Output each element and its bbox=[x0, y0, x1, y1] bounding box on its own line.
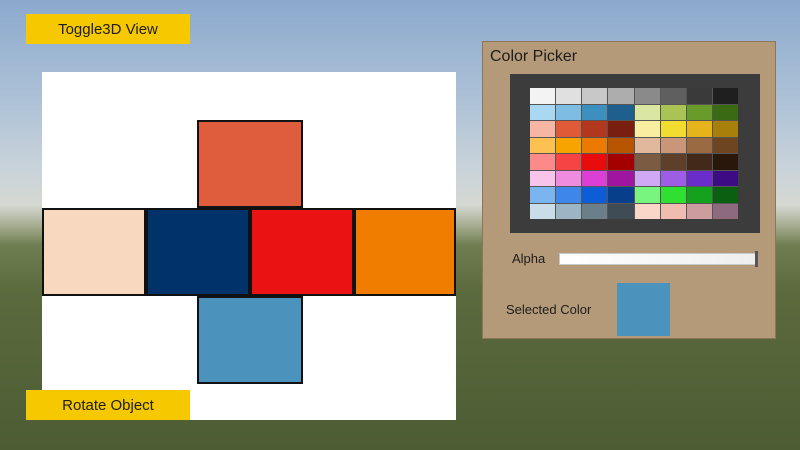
color-swatch[interactable] bbox=[712, 88, 738, 104]
color-swatch[interactable] bbox=[712, 154, 738, 170]
color-swatch[interactable] bbox=[712, 121, 738, 137]
color-swatch[interactable] bbox=[712, 137, 738, 153]
color-swatch[interactable] bbox=[712, 203, 738, 219]
color-swatch[interactable] bbox=[608, 88, 634, 104]
cube-face-right[interactable] bbox=[250, 208, 354, 296]
color-swatch[interactable] bbox=[582, 121, 608, 137]
color-swatch[interactable] bbox=[660, 170, 686, 186]
color-swatch[interactable] bbox=[582, 187, 608, 203]
color-swatch[interactable] bbox=[608, 154, 634, 170]
toggle-3d-view-button[interactable]: Toggle3D View bbox=[26, 14, 190, 44]
color-swatch[interactable] bbox=[712, 187, 738, 203]
color-swatch[interactable] bbox=[686, 170, 712, 186]
color-swatch[interactable] bbox=[556, 121, 582, 137]
color-swatch[interactable] bbox=[608, 187, 634, 203]
color-swatch[interactable] bbox=[582, 203, 608, 219]
color-swatch[interactable] bbox=[686, 104, 712, 120]
color-swatch[interactable] bbox=[556, 137, 582, 153]
alpha-slider-handle[interactable] bbox=[755, 251, 758, 267]
color-swatch[interactable] bbox=[556, 187, 582, 203]
swatch-grid bbox=[530, 88, 738, 219]
color-swatch[interactable] bbox=[634, 187, 660, 203]
color-swatch[interactable] bbox=[686, 121, 712, 137]
color-swatch[interactable] bbox=[608, 170, 634, 186]
color-swatch[interactable] bbox=[582, 137, 608, 153]
color-swatch[interactable] bbox=[634, 88, 660, 104]
color-swatch[interactable] bbox=[530, 154, 556, 170]
color-swatch[interactable] bbox=[660, 154, 686, 170]
color-swatch[interactable] bbox=[660, 203, 686, 219]
color-swatch[interactable] bbox=[608, 137, 634, 153]
color-swatch[interactable] bbox=[634, 154, 660, 170]
color-swatch[interactable] bbox=[660, 137, 686, 153]
color-swatch[interactable] bbox=[634, 203, 660, 219]
color-swatch[interactable] bbox=[686, 88, 712, 104]
color-swatch[interactable] bbox=[530, 187, 556, 203]
color-swatch[interactable] bbox=[608, 121, 634, 137]
color-picker-panel: Color Picker Alpha Selected Color bbox=[482, 41, 776, 339]
color-swatch[interactable] bbox=[556, 203, 582, 219]
color-swatch[interactable] bbox=[660, 121, 686, 137]
color-swatch[interactable] bbox=[686, 187, 712, 203]
color-swatch[interactable] bbox=[530, 104, 556, 120]
cube-face-left[interactable] bbox=[42, 208, 146, 296]
color-swatch[interactable] bbox=[608, 104, 634, 120]
cube-face-bottom[interactable] bbox=[197, 296, 303, 384]
color-swatch[interactable] bbox=[530, 170, 556, 186]
cube-face-top[interactable] bbox=[197, 120, 303, 208]
color-swatch[interactable] bbox=[582, 154, 608, 170]
cube-face-back[interactable] bbox=[354, 208, 456, 296]
color-swatch[interactable] bbox=[556, 154, 582, 170]
cube-net-canvas bbox=[42, 72, 456, 420]
color-swatch[interactable] bbox=[634, 170, 660, 186]
color-swatch[interactable] bbox=[686, 137, 712, 153]
color-swatch[interactable] bbox=[686, 203, 712, 219]
cube-face-front[interactable] bbox=[146, 208, 250, 296]
color-picker-title: Color Picker bbox=[490, 48, 578, 65]
color-swatch[interactable] bbox=[530, 137, 556, 153]
color-swatch[interactable] bbox=[530, 121, 556, 137]
color-swatch[interactable] bbox=[530, 88, 556, 104]
color-swatch[interactable] bbox=[582, 104, 608, 120]
color-swatch[interactable] bbox=[582, 170, 608, 186]
color-swatch[interactable] bbox=[556, 104, 582, 120]
alpha-slider[interactable] bbox=[559, 251, 758, 267]
color-swatch[interactable] bbox=[686, 154, 712, 170]
color-swatch[interactable] bbox=[634, 121, 660, 137]
color-swatch[interactable] bbox=[530, 203, 556, 219]
rotate-object-button[interactable]: Rotate Object bbox=[26, 390, 190, 420]
color-swatch[interactable] bbox=[582, 88, 608, 104]
color-swatch[interactable] bbox=[660, 88, 686, 104]
color-swatch[interactable] bbox=[556, 170, 582, 186]
swatch-palette-frame bbox=[510, 74, 760, 233]
color-swatch[interactable] bbox=[660, 187, 686, 203]
color-swatch[interactable] bbox=[712, 104, 738, 120]
color-swatch[interactable] bbox=[608, 203, 634, 219]
color-swatch[interactable] bbox=[634, 104, 660, 120]
color-swatch[interactable] bbox=[634, 137, 660, 153]
selected-color-label: Selected Color bbox=[506, 302, 592, 317]
selected-color-swatch bbox=[617, 283, 670, 336]
color-swatch[interactable] bbox=[660, 104, 686, 120]
color-swatch[interactable] bbox=[712, 170, 738, 186]
color-swatch[interactable] bbox=[556, 88, 582, 104]
alpha-label: Alpha bbox=[512, 251, 546, 266]
